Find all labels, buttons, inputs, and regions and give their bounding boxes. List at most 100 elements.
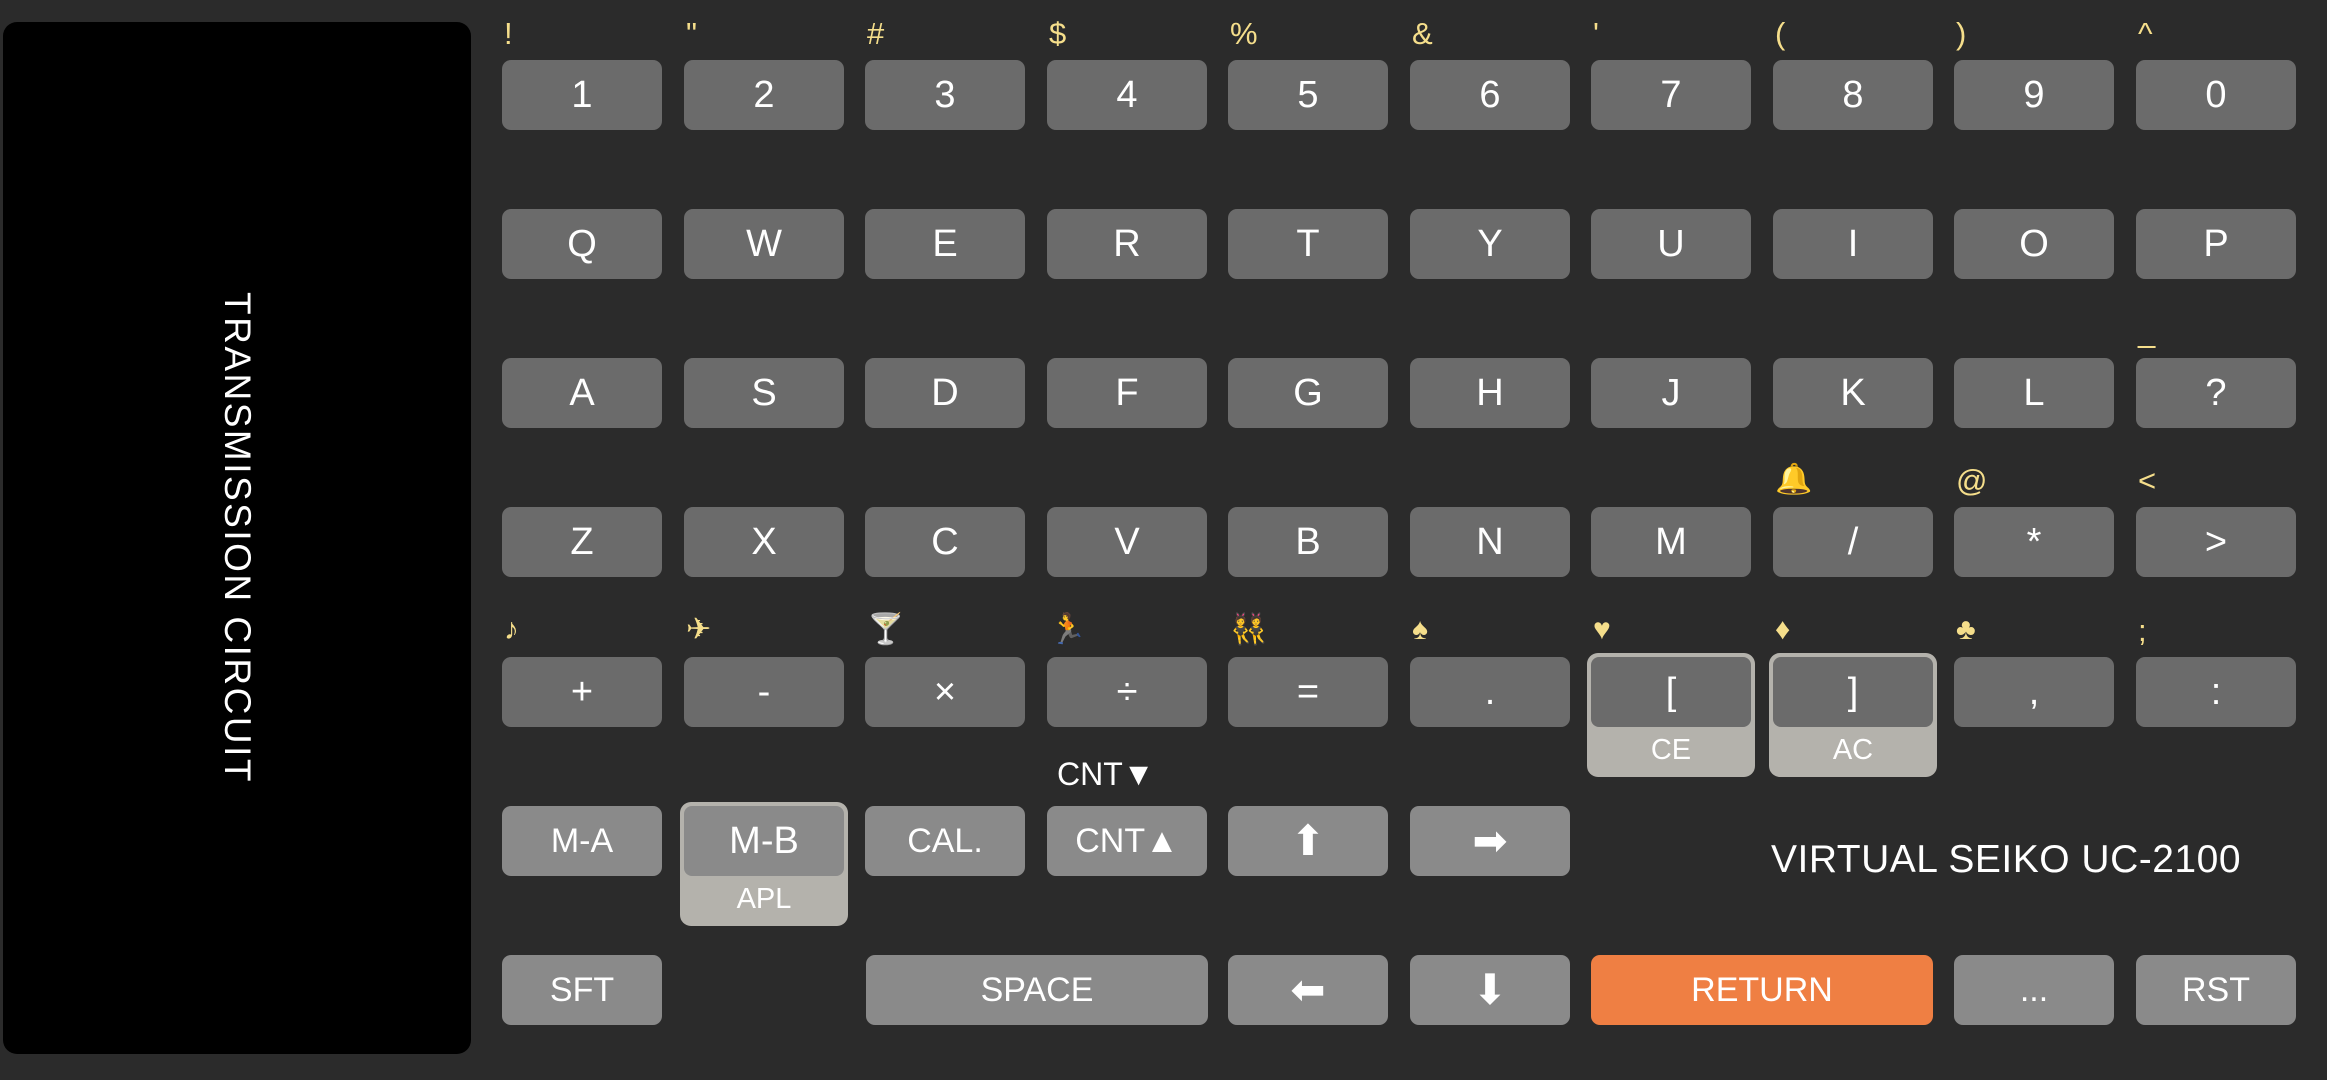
key-label: D: [931, 372, 959, 414]
shift-legend-for-2: ": [686, 16, 698, 51]
key-1[interactable]: 1: [502, 60, 662, 130]
key-6[interactable]: 6: [1410, 60, 1570, 130]
shift-legend-club-icon: ♣: [1956, 613, 1976, 646]
key-A[interactable]: A: [502, 358, 662, 428]
shift-legend-cocktail-icon: 🍸: [867, 613, 905, 646]
key-O[interactable]: O: [1954, 209, 2114, 279]
key-return[interactable]: RETURN: [1591, 955, 1933, 1025]
key-m-a[interactable]: M-A: [502, 806, 662, 876]
shift-legend-for-3: #: [867, 16, 885, 51]
key-J[interactable]: J: [1591, 358, 1751, 428]
key-sym0[interactable]: +: [502, 657, 662, 727]
key-rst[interactable]: RST: [2136, 955, 2296, 1025]
key-V[interactable]: V: [1047, 507, 1207, 577]
key-label: P: [2203, 223, 2229, 265]
key-sym8[interactable]: ,: [1954, 657, 2114, 727]
key-label: ⬅: [1290, 966, 1326, 1013]
shift-legend-for-5: %: [1230, 16, 1258, 51]
key-W[interactable]: W: [684, 209, 844, 279]
key-5[interactable]: 5: [1228, 60, 1388, 130]
key-label: CAL.: [907, 822, 983, 860]
key-sym1[interactable]: -: [684, 657, 844, 727]
key-label: =: [1296, 671, 1320, 713]
key-sym3[interactable]: ÷: [1047, 657, 1207, 727]
key-label: ]: [1847, 671, 1859, 713]
key-H[interactable]: H: [1410, 358, 1570, 428]
key-arrow-up[interactable]: ⬆: [1228, 806, 1388, 876]
key-2[interactable]: 2: [684, 60, 844, 130]
key-sft[interactable]: SFT: [502, 955, 662, 1025]
key-label: ➡: [1472, 817, 1508, 864]
key-K[interactable]: K: [1773, 358, 1933, 428]
key-E[interactable]: E: [865, 209, 1025, 279]
key-sym8[interactable]: *: [1954, 507, 2114, 577]
key-cnt-up[interactable]: CNT▲: [1047, 806, 1207, 876]
key-label: O: [2019, 223, 2049, 265]
deck-caption: CE: [1650, 733, 1692, 766]
key-label: R: [1113, 223, 1141, 265]
key-sym4[interactable]: =: [1228, 657, 1388, 727]
key-space[interactable]: SPACE: [866, 955, 1208, 1025]
key-label: RETURN: [1691, 971, 1833, 1009]
deck-key-face[interactable]: ]: [1773, 657, 1933, 727]
key-label: M: [1655, 521, 1687, 563]
key-N[interactable]: N: [1410, 507, 1570, 577]
key-G[interactable]: G: [1228, 358, 1388, 428]
cnt-down-legend: CNT▼: [1057, 756, 1155, 792]
key-arrow-left[interactable]: ⬅: [1228, 955, 1388, 1025]
key-R[interactable]: R: [1047, 209, 1207, 279]
key-ce[interactable]: [ CE: [1587, 653, 1755, 777]
key-3[interactable]: 3: [865, 60, 1025, 130]
deck-key-face[interactable]: M-B: [684, 806, 844, 876]
key-P[interactable]: P: [2136, 209, 2296, 279]
key-7[interactable]: 7: [1591, 60, 1751, 130]
key-sym9[interactable]: >: [2136, 507, 2296, 577]
key-arrow-down[interactable]: ⬇: [1410, 955, 1570, 1025]
key-label: I: [1847, 223, 1859, 265]
key-U[interactable]: U: [1591, 209, 1751, 279]
key-Z[interactable]: Z: [502, 507, 662, 577]
shift-legend-for-6: &: [1412, 16, 1433, 51]
shift-legend-airplane-icon: ✈: [686, 613, 712, 646]
shift-legend-for-:: ;: [2138, 613, 2147, 648]
key-T[interactable]: T: [1228, 209, 1388, 279]
key-8[interactable]: 8: [1773, 60, 1933, 130]
key-D[interactable]: D: [865, 358, 1025, 428]
key-ellipsis[interactable]: ...: [1954, 955, 2114, 1025]
key-Y[interactable]: Y: [1410, 209, 1570, 279]
key-sym2[interactable]: ×: [865, 657, 1025, 727]
key-label: N: [1476, 521, 1504, 563]
key-m-b[interactable]: M-B APL: [680, 802, 848, 926]
key-S[interactable]: S: [684, 358, 844, 428]
key-0[interactable]: 0: [2136, 60, 2296, 130]
key-ac[interactable]: ] AC: [1769, 653, 1937, 777]
key-sym5[interactable]: .: [1410, 657, 1570, 727]
key-label: L: [2023, 372, 2045, 414]
key-label: 3: [934, 74, 956, 116]
key-sym7[interactable]: /: [1773, 507, 1933, 577]
key-F[interactable]: F: [1047, 358, 1207, 428]
key-L[interactable]: L: [1954, 358, 2114, 428]
key-X[interactable]: X: [684, 507, 844, 577]
shift-legend-for-4: $: [1049, 16, 1067, 51]
key-label: S: [751, 372, 777, 414]
key-B[interactable]: B: [1228, 507, 1388, 577]
key-label: Z: [570, 521, 594, 563]
keyboard: ! 1 " 2 #3 $4% 5 & 6 ' 7 (8) 9 ^ 0 Q W E R T Y U I O P A S D F G H J K L _…: [0, 0, 2327, 1080]
key-label: SFT: [549, 971, 615, 1009]
key-label: T: [1296, 223, 1320, 265]
key-arrow-right[interactable]: ➡: [1410, 806, 1570, 876]
key-M[interactable]: M: [1591, 507, 1751, 577]
key-sym9[interactable]: ?: [2136, 358, 2296, 428]
deck-key-face[interactable]: [: [1591, 657, 1751, 727]
key-label: W: [746, 223, 782, 265]
key-sym9[interactable]: :: [2136, 657, 2296, 727]
key-cal[interactable]: CAL.: [865, 806, 1025, 876]
virtual-keyboard-app: TRANSMISSION CIRCUIT ! 1 " 2 #3 $4% 5 & 6 ' 7(8) 9 ^…: [0, 0, 2327, 1080]
key-label: +: [570, 671, 594, 713]
key-Q[interactable]: Q: [502, 209, 662, 279]
key-I[interactable]: I: [1773, 209, 1933, 279]
key-C[interactable]: C: [865, 507, 1025, 577]
key-4[interactable]: 4: [1047, 60, 1207, 130]
key-9[interactable]: 9: [1954, 60, 2114, 130]
